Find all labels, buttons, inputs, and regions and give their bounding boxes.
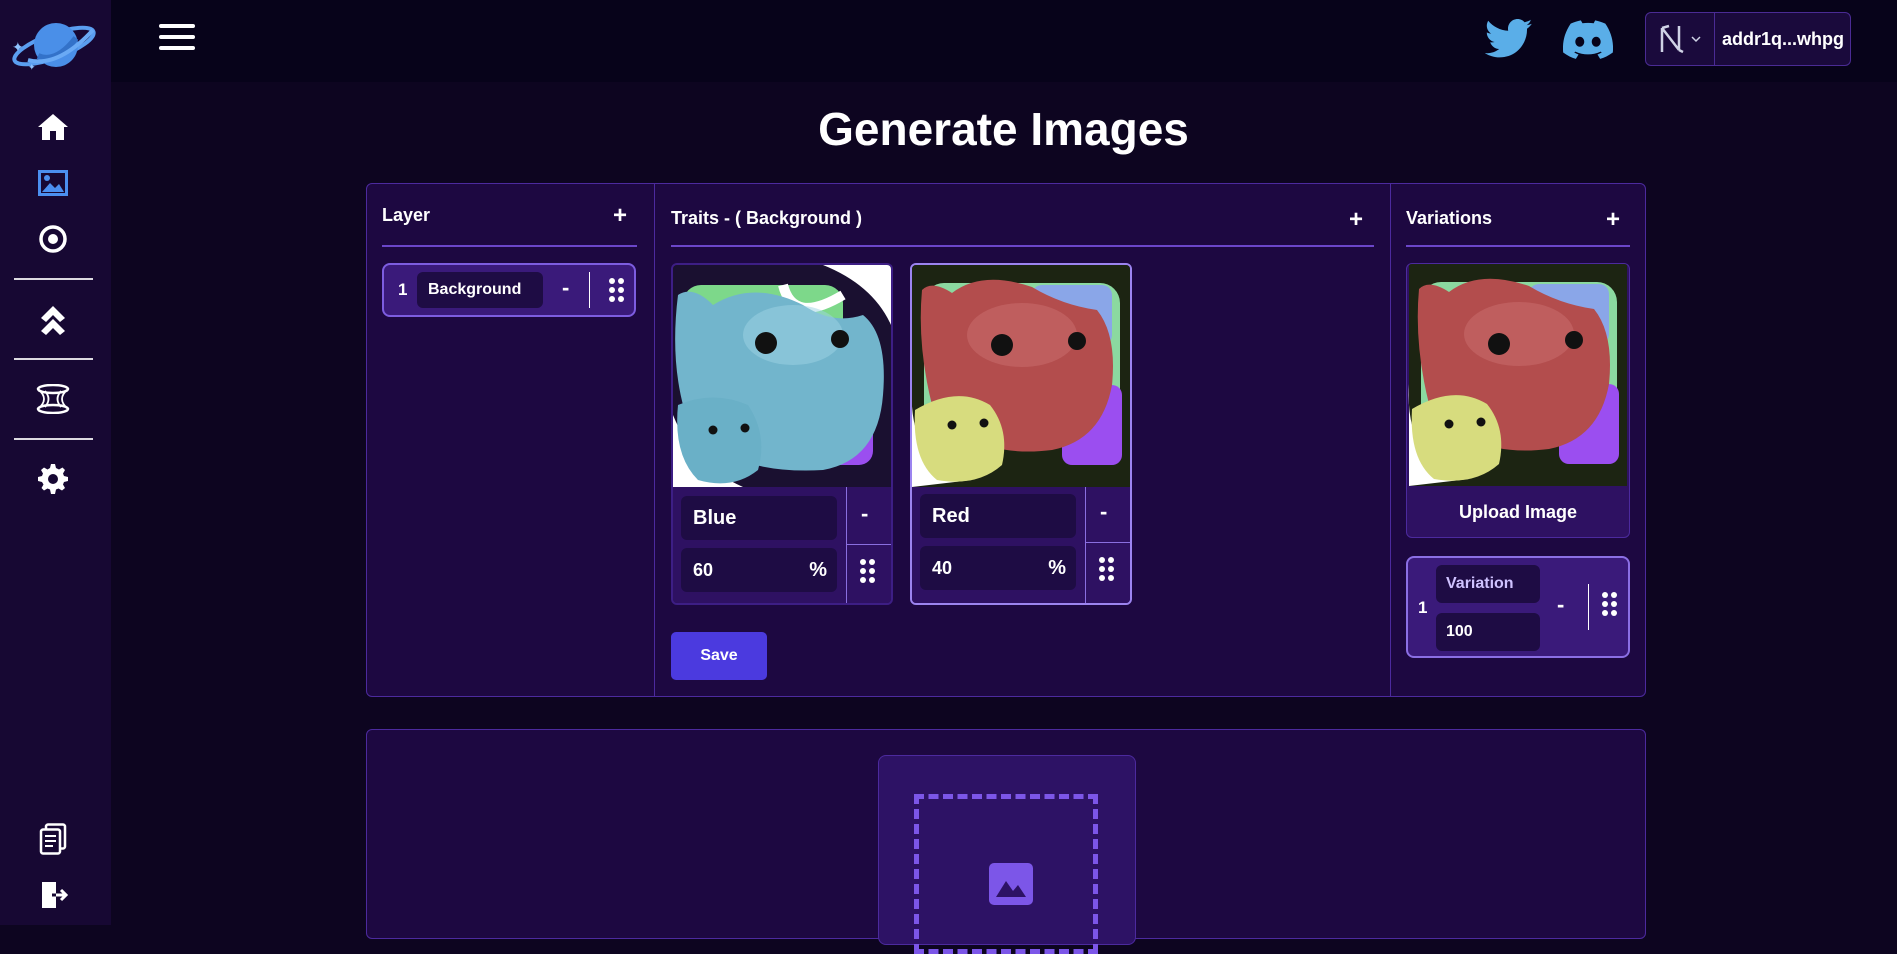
column-divider xyxy=(654,184,655,696)
layer-heading-underline xyxy=(382,245,637,247)
variation-image xyxy=(1408,264,1627,486)
variation-item[interactable]: 1 Variation 100 - xyxy=(1406,556,1630,658)
trait-percent-value: 40 xyxy=(932,558,953,578)
image-icon[interactable] xyxy=(36,166,70,200)
menu-toggle-icon[interactable] xyxy=(159,24,195,54)
dropzone-border xyxy=(914,794,1098,954)
add-variation-button[interactable]: + xyxy=(1606,208,1620,232)
divider xyxy=(1085,487,1086,603)
trait-controls: Blue 60 % - xyxy=(673,487,891,603)
percent-sign: % xyxy=(809,559,827,581)
drag-handle-icon[interactable] xyxy=(1602,592,1617,616)
generator-panel: Layer + 1 Background - Traits - ( Backgr… xyxy=(366,183,1646,697)
variation-index: 1 xyxy=(1418,598,1428,617)
divider xyxy=(846,544,891,545)
trait-percent-value: 60 xyxy=(693,560,714,580)
drag-handle-icon[interactable] xyxy=(609,278,624,302)
remove-trait-button[interactable]: - xyxy=(1100,499,1107,525)
home-icon[interactable] xyxy=(36,110,70,144)
trait-percent-field[interactable]: 60 % xyxy=(681,548,837,592)
remove-variation-button[interactable]: - xyxy=(1557,592,1564,618)
discord-icon[interactable] xyxy=(1563,20,1613,60)
upload-image-button[interactable]: Upload Image xyxy=(1407,486,1629,536)
topbar xyxy=(111,0,1897,82)
image-dropzone[interactable] xyxy=(878,755,1136,954)
svg-text:✦: ✦ xyxy=(28,62,36,72)
logout-icon[interactable] xyxy=(36,878,70,912)
sidebar-divider xyxy=(14,438,93,440)
wallet-button[interactable]: addr1q...whpg xyxy=(1645,12,1851,66)
column-divider xyxy=(1390,184,1391,696)
layer-heading: Layer xyxy=(382,205,431,225)
trait-name-field[interactable]: Blue xyxy=(681,496,837,540)
drag-handle-icon[interactable] xyxy=(860,559,875,583)
wallet-address: addr1q...whpg xyxy=(1722,28,1845,49)
wormhole-icon[interactable] xyxy=(36,382,70,416)
document-icon[interactable] xyxy=(36,822,70,856)
layer-item[interactable]: 1 Background - xyxy=(382,263,636,317)
twitter-icon[interactable] xyxy=(1485,18,1533,60)
trait-card-blue[interactable]: Blue 60 % - xyxy=(671,263,893,605)
drag-handle-icon[interactable] xyxy=(1099,557,1114,581)
chevrons-up-icon[interactable] xyxy=(36,302,70,336)
trait-controls: Red 40 % - xyxy=(912,487,1130,603)
layer-name-field[interactable]: Background xyxy=(417,272,543,308)
traits-heading: Traits - ( Background ) xyxy=(671,208,863,228)
svg-text:✦: ✦ xyxy=(12,39,24,55)
add-trait-button[interactable]: + xyxy=(1349,208,1363,232)
trait-percent-field[interactable]: 40 % xyxy=(920,546,1076,590)
page-title: Generate Images xyxy=(818,103,1189,155)
sidebar-divider xyxy=(14,358,93,360)
variations-heading-underline xyxy=(1406,245,1630,247)
variation-name-field[interactable]: Variation xyxy=(1436,565,1540,603)
layer-index: 1 xyxy=(398,280,408,299)
trait-name-field[interactable]: Red xyxy=(920,494,1076,538)
planet-logo-icon[interactable]: ✦ ✦ xyxy=(8,16,100,74)
traits-heading-underline xyxy=(671,245,1374,247)
percent-sign: % xyxy=(1048,557,1066,579)
divider xyxy=(589,272,590,308)
target-icon[interactable] xyxy=(36,222,70,256)
variation-image-card: Upload Image xyxy=(1406,263,1630,538)
variation-value-field[interactable]: 100 xyxy=(1436,613,1540,651)
divider xyxy=(846,487,847,603)
divider xyxy=(1085,542,1130,543)
trait-image-blue xyxy=(673,265,891,487)
sidebar: ✦ ✦ xyxy=(0,0,111,925)
save-button[interactable]: Save xyxy=(671,632,767,680)
chevron-down-icon xyxy=(1691,36,1701,43)
preview-panel xyxy=(366,729,1646,954)
gear-icon[interactable] xyxy=(36,462,70,496)
divider xyxy=(1588,584,1589,630)
remove-layer-button[interactable]: - xyxy=(562,275,569,301)
image-placeholder-icon xyxy=(989,863,1033,905)
trait-image-red xyxy=(912,265,1130,487)
add-layer-button[interactable]: + xyxy=(613,204,627,228)
nami-wallet-icon xyxy=(1660,24,1684,54)
sidebar-divider xyxy=(14,278,93,280)
remove-trait-button[interactable]: - xyxy=(861,501,868,527)
trait-card-red[interactable]: Red 40 % - xyxy=(910,263,1132,605)
variations-heading: Variations xyxy=(1406,208,1493,228)
